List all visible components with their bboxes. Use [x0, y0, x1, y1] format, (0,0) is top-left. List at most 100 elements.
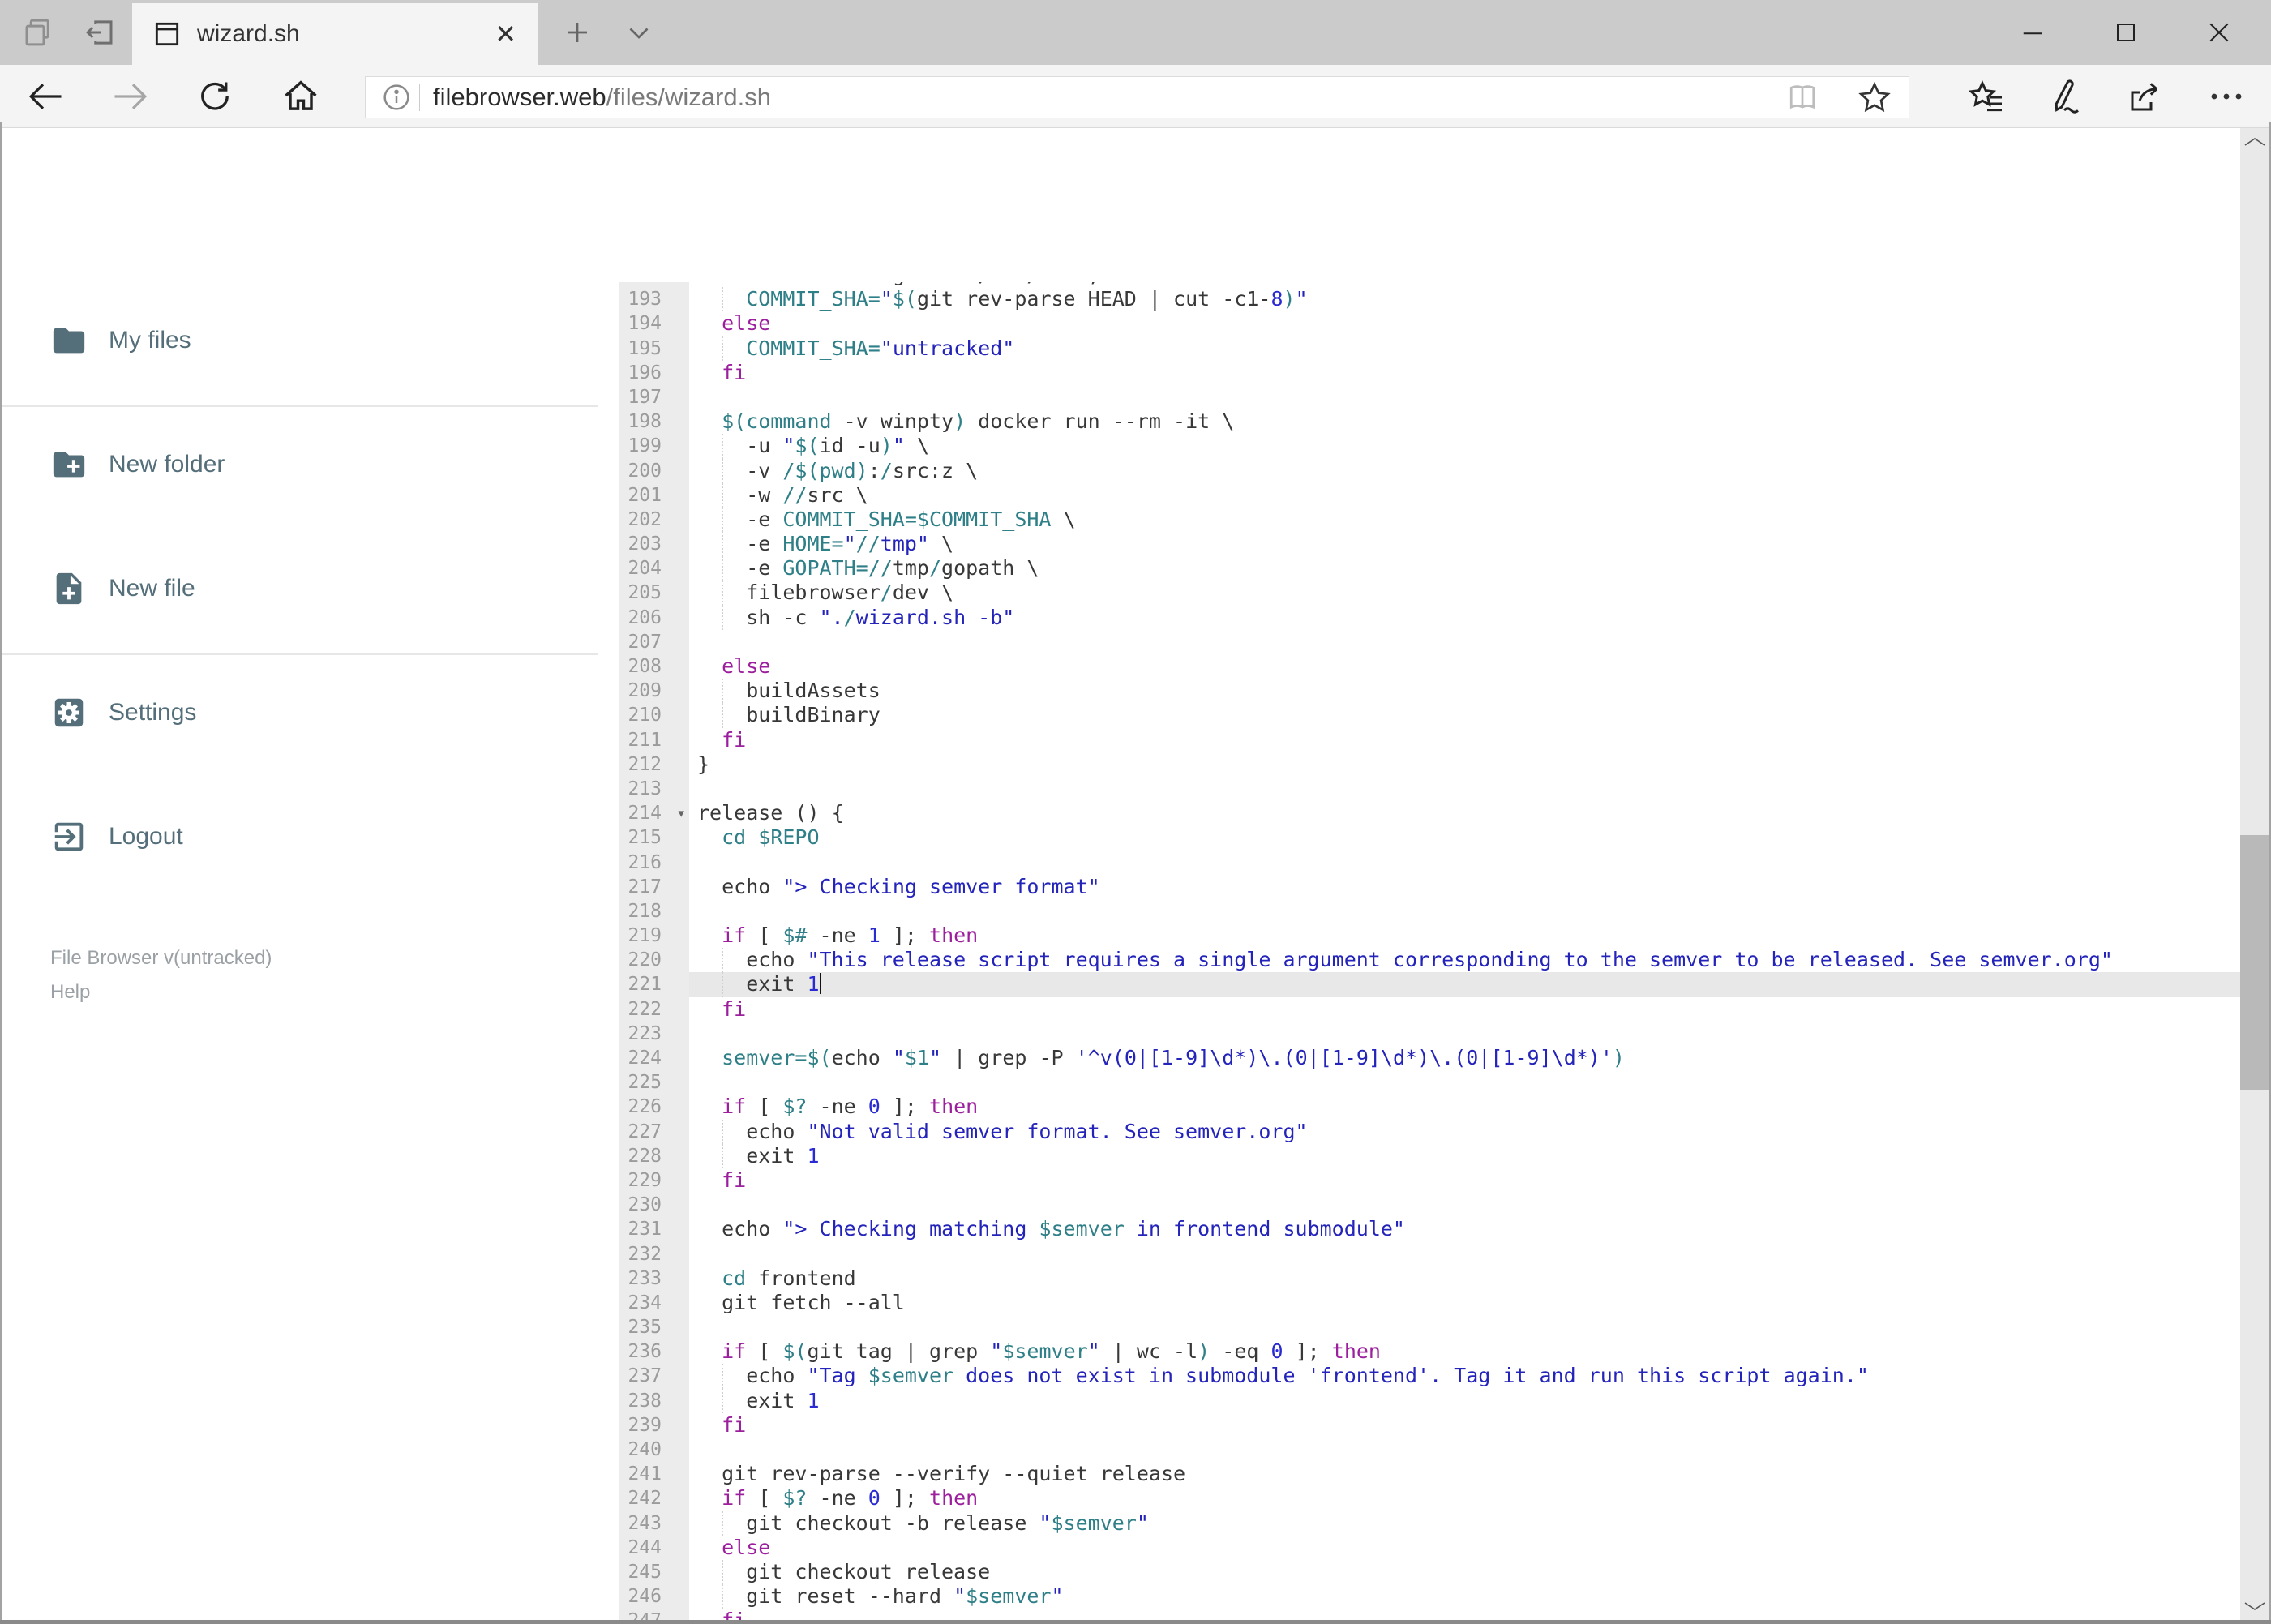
code-line-222[interactable]: 222 fi: [598, 996, 2240, 1022]
site-info-icon[interactable]: [380, 81, 413, 114]
reading-view-icon[interactable]: [1785, 79, 1820, 115]
code-line-240[interactable]: 240: [598, 1438, 2240, 1463]
vertical-scrollbar[interactable]: [2240, 128, 2269, 1620]
code-line-229[interactable]: 229 fi: [598, 1168, 2240, 1193]
code-line-242[interactable]: 242 if [ $? -ne 0 ]; then: [598, 1486, 2240, 1511]
browser-window: wizard.sh ✕ filebrowser.web /files/wizar…: [0, 0, 2271, 1624]
code-line-219[interactable]: 219 if [ $# -ne 1 ]; then: [598, 923, 2240, 949]
share-page-icon[interactable]: [2124, 77, 2163, 116]
code-line-231[interactable]: 231 echo "> Checking matching $semver in …: [598, 1217, 2240, 1242]
code-line-216[interactable]: 216: [598, 850, 2240, 875]
code-line-206[interactable]: 206 sh -c "./wizard.sh -b": [598, 605, 2240, 630]
close-window-button[interactable]: [2172, 0, 2265, 65]
sidebar-item-settings[interactable]: Settings: [0, 664, 598, 761]
code-line-236[interactable]: 236 if [ $(git tag | grep "$semver" | wc …: [598, 1339, 2240, 1365]
sidebar-item-new-folder[interactable]: New folder: [0, 416, 598, 513]
line-number: 236: [619, 1339, 689, 1365]
tab-title: wizard.sh: [197, 20, 300, 47]
code-line-210[interactable]: 210 buildBinary: [598, 703, 2240, 728]
code-line-198[interactable]: 198 $(command -v winpty) docker run --rm …: [598, 409, 2240, 435]
code-line-224[interactable]: 224 semver=$(echo "$1" | grep -P '^v(0|[1…: [598, 1046, 2240, 1071]
code-line-195[interactable]: 195 COMMIT_SHA="untracked": [598, 336, 2240, 361]
minimize-button[interactable]: [1986, 0, 2079, 65]
back-button[interactable]: [24, 75, 66, 118]
code-line-234[interactable]: 234 git fetch --all: [598, 1290, 2240, 1316]
set-tabs-aside-button[interactable]: [71, 0, 128, 65]
tab-preview-button[interactable]: [10, 0, 66, 65]
code-line-217[interactable]: 217 echo "> Checking semver format": [598, 874, 2240, 899]
maximize-button[interactable]: [2079, 0, 2172, 65]
code-line-205[interactable]: 205 filebrowser/dev \: [598, 581, 2240, 606]
code-line-245[interactable]: 245 git checkout release: [598, 1559, 2240, 1585]
scrollbar-thumb[interactable]: [2240, 835, 2269, 1090]
more-options-icon[interactable]: [2207, 77, 2246, 116]
code-line-237[interactable]: 237 echo "Tag $semver does not exist in s…: [598, 1364, 2240, 1389]
code-line-203[interactable]: 203 -e HOME="//tmp" \: [598, 532, 2240, 557]
code-line-230[interactable]: 230: [598, 1193, 2240, 1218]
new-tab-button[interactable]: [551, 0, 603, 65]
browser-tab[interactable]: wizard.sh ✕: [132, 3, 538, 65]
help-link[interactable]: Help: [50, 981, 90, 1004]
code-line-194[interactable]: 194 else: [598, 311, 2240, 336]
code-line-239[interactable]: 239 fi: [598, 1412, 2240, 1438]
scroll-up-icon[interactable]: [2240, 131, 2269, 152]
code-line-197[interactable]: 197: [598, 384, 2240, 410]
code-line-213[interactable]: 213: [598, 776, 2240, 802]
code-editor[interactable]: 192if command -v git &> /dev/null; then1…: [598, 282, 2240, 1624]
code-line-223[interactable]: 223: [598, 1021, 2240, 1046]
code-line-235[interactable]: 235: [598, 1315, 2240, 1340]
tab-close-icon[interactable]: ✕: [495, 19, 516, 49]
favorite-star-icon[interactable]: [1856, 79, 1893, 116]
home-button[interactable]: [280, 75, 322, 118]
code-line-218[interactable]: 218: [598, 898, 2240, 924]
scroll-down-icon[interactable]: [2240, 1596, 2269, 1617]
sidebar-item-my-files[interactable]: My files: [0, 292, 598, 389]
code-line-212[interactable]: 212}: [598, 752, 2240, 777]
code-line-225[interactable]: 225: [598, 1070, 2240, 1095]
code-line-193[interactable]: 193 COMMIT_SHA="$(git rev-parse HEAD | cu…: [598, 287, 2240, 312]
sidebar-item-new-file[interactable]: New file: [0, 540, 598, 637]
code-line-238[interactable]: 238 exit 1: [598, 1388, 2240, 1413]
line-number: 215: [619, 825, 689, 851]
indent-guide: [722, 434, 723, 459]
line-number: 228: [619, 1143, 689, 1168]
code-line-241[interactable]: 241 git rev-parse --verify --quiet releas…: [598, 1462, 2240, 1487]
code-line-201[interactable]: 201 -w //src \: [598, 482, 2240, 508]
code-line-209[interactable]: 209 buildAssets: [598, 679, 2240, 704]
code-line-208[interactable]: 208 else: [598, 654, 2240, 679]
url-bar[interactable]: filebrowser.web/files/wizard.sh: [365, 76, 1909, 118]
code-line-199[interactable]: 199 -u "$(id -u)" \: [598, 434, 2240, 459]
line-number: 224: [619, 1046, 689, 1071]
web-notes-pen-icon[interactable]: [2044, 77, 2083, 116]
code-line-220[interactable]: 220 echo "This release script requires a …: [598, 948, 2240, 973]
code-line-232[interactable]: 232: [598, 1241, 2240, 1266]
code-line-244[interactable]: 244 else: [598, 1535, 2240, 1560]
favorites-hub-icon[interactable]: [1967, 77, 2006, 116]
sidebar-item-logout[interactable]: Logout: [0, 788, 598, 885]
code-line-207[interactable]: 207: [598, 629, 2240, 654]
code-line-228[interactable]: 228 exit 1: [598, 1143, 2240, 1168]
code-line-246[interactable]: 246 git reset --hard "$semver": [598, 1584, 2240, 1609]
code-line-233[interactable]: 233 cd frontend: [598, 1266, 2240, 1291]
refresh-button[interactable]: [195, 76, 235, 117]
code-line-243[interactable]: 243 git checkout -b release "$semver": [598, 1510, 2240, 1536]
code-line-211[interactable]: 211 fi: [598, 727, 2240, 752]
code-line-202[interactable]: 202 -e COMMIT_SHA=$COMMIT_SHA \: [598, 507, 2240, 533]
line-number: 227: [619, 1119, 689, 1144]
code-line-214[interactable]: 214 ▾ release () {: [598, 801, 2240, 826]
code-line-196[interactable]: 196 fi: [598, 360, 2240, 385]
sidebar-item-label: My files: [109, 327, 191, 354]
code-line-227[interactable]: 227 echo "Not valid semver format. See se…: [598, 1119, 2240, 1144]
code-line-215[interactable]: 215 cd $REPO: [598, 825, 2240, 851]
line-number: 193: [619, 287, 689, 312]
line-number: 216: [619, 850, 689, 875]
code-line-226[interactable]: 226 if [ $? -ne 0 ]; then: [598, 1095, 2240, 1120]
filebrowser-header: [0, 128, 2271, 397]
code-line-221[interactable]: 221 exit 1: [598, 972, 2240, 997]
tab-list-button[interactable]: [613, 0, 665, 65]
line-number: 246: [619, 1584, 689, 1609]
forward-button[interactable]: [109, 75, 152, 118]
code-line-204[interactable]: 204 -e GOPATH=//tmp/gopath \: [598, 556, 2240, 581]
code-line-200[interactable]: 200 -v /$(pwd):/src:z \: [598, 458, 2240, 483]
fold-arrow-icon[interactable]: ▾: [677, 801, 686, 825]
